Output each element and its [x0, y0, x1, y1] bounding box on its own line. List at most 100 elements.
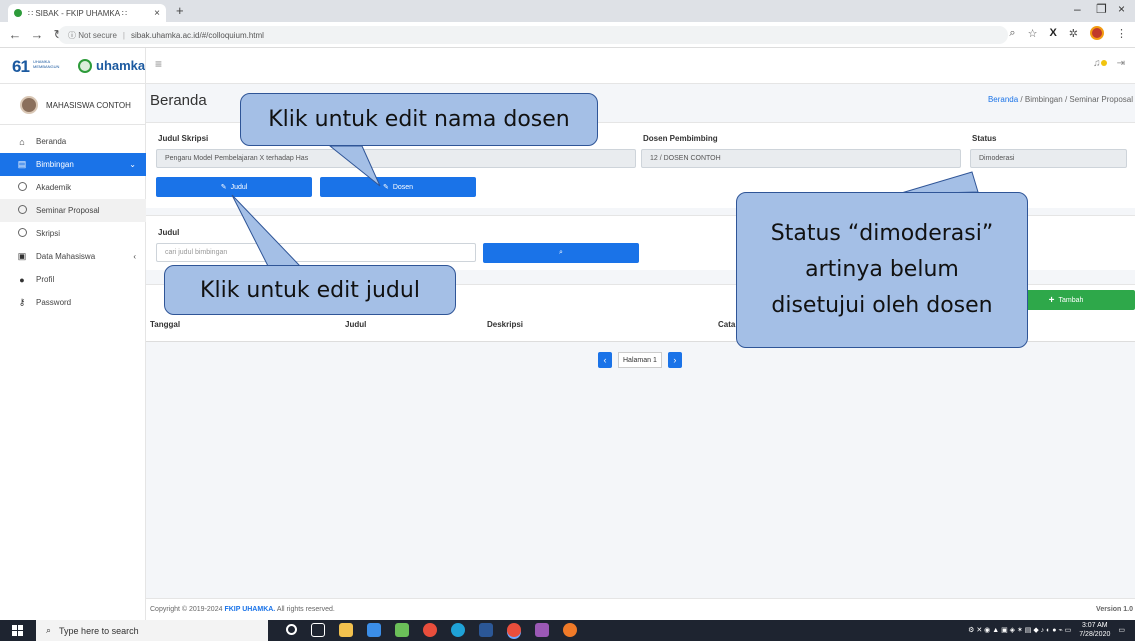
- judul-skripsi-label: Judul Skripsi: [158, 134, 209, 143]
- bookmark-star-icon[interactable]: ☆: [1028, 27, 1038, 40]
- sidebar: MAHASISWA CONTOH ⌂ Beranda ▤ Bimbingan ⌄…: [0, 84, 146, 620]
- edit-icon: ✎: [382, 184, 389, 191]
- url-text: sibak.uhamka.ac.id/#/colloquium.html: [131, 30, 264, 40]
- search-icon: ⌕: [559, 249, 563, 256]
- user-name: MAHASISWA CONTOH: [46, 100, 131, 110]
- tray-icons[interactable]: ⚙ ✕ ◉ ▲ ▣ ◈ ✶ ▤ ◆ ♪ ◐ ● ⌁ ▭: [968, 626, 1071, 634]
- prev-page-button[interactable]: ‹: [598, 352, 612, 368]
- edit-judul-button[interactable]: ✎ Judul: [156, 177, 312, 197]
- user-panel: MAHASISWA CONTOH: [20, 96, 131, 114]
- system-tray: ⚙ ✕ ◉ ▲ ▣ ◈ ✶ ▤ ◆ ♪ ◐ ● ⌁ ▭ 3:07 AM 7/28/…: [968, 621, 1125, 639]
- menu-dots-icon[interactable]: ⋮: [1116, 27, 1127, 40]
- search-button[interactable]: ⌕: [483, 243, 639, 263]
- chrome-icon[interactable]: [423, 623, 437, 637]
- paint-icon[interactable]: [395, 623, 409, 637]
- taskbar: ⌕ Type here to search ⚙ ✕ ◉ ▲ ▣ ◈ ✶ ▤ ◆ …: [0, 620, 1135, 641]
- clock[interactable]: 3:07 AM 7/28/2020: [1079, 621, 1110, 639]
- search-input[interactable]: cari judul bimbingan: [156, 243, 476, 262]
- word-icon[interactable]: [479, 623, 493, 637]
- key-icon: ⚷: [18, 297, 26, 307]
- page-label: Halaman 1: [618, 352, 662, 368]
- version-text: Version 1.0: [1096, 606, 1133, 613]
- avatar: [20, 96, 38, 114]
- breadcrumb: Beranda / Bimbingan / Seminar Proposal: [987, 95, 1133, 104]
- column-header-tanggal: Tanggal: [150, 320, 181, 329]
- user-icon: ●: [19, 274, 25, 285]
- sidebar-item-skripsi[interactable]: Skripsi: [0, 222, 146, 245]
- sidebar-item-data-mahasiswa[interactable]: ▣ Data Mahasiswa ‹: [0, 245, 146, 268]
- file-explorer-icon[interactable]: [339, 623, 353, 637]
- status-field: Dimoderasi: [970, 149, 1127, 168]
- sidebar-item-password[interactable]: ⚷ Password: [0, 291, 146, 314]
- sidebar-item-profil[interactable]: ● Profil: [0, 268, 146, 291]
- sidebar-item-akademik[interactable]: Akademik: [0, 176, 146, 199]
- edit-dosen-button[interactable]: ✎ Dosen: [320, 177, 476, 197]
- chevron-left-icon: ‹: [133, 252, 136, 261]
- chevron-down-icon: ⌄: [129, 160, 136, 169]
- security-indicator[interactable]: ⓘ Not secure: [68, 30, 117, 41]
- breadcrumb-home[interactable]: Beranda: [988, 95, 1018, 104]
- tab-title: ∷ SIBAK - FKIP UHAMKA ∷: [28, 8, 127, 18]
- puzzle-extension-icon[interactable]: ✲: [1069, 27, 1078, 40]
- forward-icon[interactable]: →: [30, 27, 44, 42]
- page-title: Beranda: [150, 92, 207, 109]
- zoom-icon[interactable]: ⌕: [1009, 27, 1015, 40]
- close-window-icon[interactable]: ×: [1118, 2, 1125, 16]
- maximize-icon[interactable]: ❐: [1096, 2, 1107, 16]
- chrome-active-icon[interactable]: [507, 623, 521, 637]
- windows-start-icon[interactable]: [12, 625, 24, 637]
- column-header-catatan: Cata: [718, 320, 736, 329]
- edge-icon[interactable]: [451, 623, 465, 637]
- circle-icon: [16, 205, 28, 216]
- logout-icon[interactable]: ⇥: [1117, 58, 1125, 69]
- pagination: ‹ Halaman 1 ›: [598, 352, 682, 368]
- close-tab-icon[interactable]: ×: [154, 8, 160, 19]
- sidebar-item-bimbingan[interactable]: ▤ Bimbingan ⌄: [0, 153, 146, 176]
- search-label: Judul: [158, 228, 180, 237]
- cortana-icon[interactable]: [286, 624, 297, 635]
- profile-avatar-icon[interactable]: [1090, 26, 1104, 40]
- circle-icon: [16, 228, 28, 239]
- notification-icon[interactable]: ♫: [1093, 58, 1107, 69]
- taskbar-search-input[interactable]: ⌕ Type here to search: [36, 620, 268, 641]
- browser-tab[interactable]: ∷ SIBAK - FKIP UHAMKA ∷ ×: [8, 4, 166, 22]
- id-card-icon: ▣: [17, 251, 27, 261]
- extension-x-icon[interactable]: X: [1049, 27, 1056, 39]
- firefox-icon[interactable]: [563, 623, 577, 637]
- copyright-text: Copyright © 2019-2024: [150, 606, 223, 613]
- breadcrumb-section: Bimbingan: [1024, 95, 1063, 104]
- footer: Copyright © 2019-2024 FKIP UHAMKA. All r…: [146, 598, 1135, 620]
- dosen-pembimbing-label: Dosen Pembimbing: [643, 134, 718, 143]
- status-label: Status: [972, 134, 997, 143]
- tool-icon[interactable]: [535, 623, 549, 637]
- hamburger-menu-icon[interactable]: ≡: [155, 57, 162, 71]
- favicon-icon: [14, 9, 22, 17]
- callout-status-info: Status “dimoderasi” artinya belum disetu…: [736, 192, 1028, 348]
- dosen-pembimbing-field: 12 / DOSEN CONTOH: [641, 149, 961, 168]
- browser-tab-bar: ∷ SIBAK - FKIP UHAMKA ∷ × + – ❐ ×: [0, 0, 1135, 22]
- column-header-deskripsi: Deskripsi: [487, 320, 524, 329]
- circle-icon: [16, 182, 28, 193]
- logo-tagline: UHAMKA MEMBANGUN: [33, 59, 60, 69]
- sidebar-item-seminar-proposal[interactable]: Seminar Proposal: [0, 199, 146, 222]
- anniversary-logo: 61: [12, 57, 30, 76]
- url-field[interactable]: ⓘ Not secure | sibak.uhamka.ac.id/#/coll…: [58, 26, 1008, 44]
- breadcrumb-current: Seminar Proposal: [1069, 95, 1133, 104]
- back-icon[interactable]: ←: [8, 27, 22, 42]
- app-header: 61 UHAMKA MEMBANGUN uhamka: [0, 48, 1135, 84]
- minimize-icon[interactable]: –: [1074, 2, 1081, 16]
- task-view-icon[interactable]: [311, 623, 325, 637]
- new-tab-button[interactable]: +: [176, 3, 184, 18]
- callout-edit-dosen: Klik untuk edit nama dosen: [240, 93, 598, 146]
- notification-center-icon[interactable]: ▭: [1118, 626, 1125, 634]
- next-page-button[interactable]: ›: [667, 352, 682, 368]
- seal-icon: [78, 58, 92, 73]
- search-icon: ⌕: [46, 625, 52, 635]
- sidebar-item-beranda[interactable]: ⌂ Beranda: [0, 130, 146, 153]
- footer-org-link[interactable]: FKIP UHAMKA.: [224, 606, 275, 613]
- mail-icon[interactable]: [367, 623, 381, 637]
- callout-edit-judul: Klik untuk edit judul: [164, 265, 456, 315]
- column-header-judul: Judul: [345, 320, 367, 329]
- plus-icon: +: [1048, 294, 1055, 306]
- judul-skripsi-field: Pengaru Model Pembelajaran X terhadap Ha…: [156, 149, 636, 168]
